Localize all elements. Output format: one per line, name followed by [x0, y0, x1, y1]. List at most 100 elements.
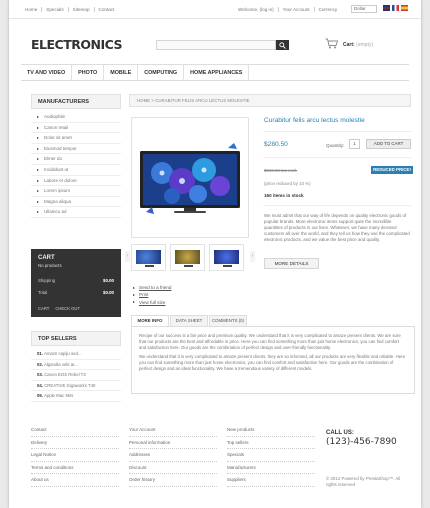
thumbnail-image: [136, 250, 161, 264]
top-seller-num: 01.: [37, 351, 43, 356]
footer-link[interactable]: Contact: [31, 424, 119, 437]
product-main-image[interactable]: [131, 117, 249, 238]
top-seller-item[interactable]: 04. CREATIVE Gigaworks T40: [31, 381, 121, 391]
checkout-link[interactable]: CHECK OUT: [55, 306, 80, 311]
cart-title: Cart:: [343, 42, 355, 48]
footer-link[interactable]: About us: [31, 474, 119, 487]
flag-fr-icon[interactable]: [392, 5, 399, 11]
thumbnail[interactable]: [170, 244, 205, 271]
top-seller-item[interactable]: 02. Algandia velit ar...: [31, 360, 121, 370]
thumbnail-stand: [145, 265, 154, 267]
footer-link[interactable]: Top sellers: [227, 437, 315, 449]
manufacturer-item[interactable]: Dolor sit amet: [31, 133, 121, 144]
more-details-button[interactable]: MORE DETAILS: [264, 258, 319, 269]
tab-data-sheet[interactable]: DATA SHEET: [170, 315, 208, 326]
header-cart[interactable]: Cart: (empty): [343, 42, 373, 48]
footer-link[interactable]: Discount: [129, 462, 217, 474]
shipping-value: $0.00: [103, 278, 114, 283]
cart-actions: CART CHECK OUT: [38, 306, 80, 311]
footer-col-info: Contact Delivery Legal Notice Terms and …: [31, 424, 119, 487]
search-icon: [279, 42, 286, 49]
welcome-login-link[interactable]: Welcome, (log in): [238, 7, 278, 12]
language-flags: [383, 5, 408, 11]
manufacturer-item[interactable]: Magna aliqua: [31, 197, 121, 208]
nav-mobile[interactable]: MOBILE: [104, 65, 139, 80]
footer-link[interactable]: Personal information: [129, 437, 217, 449]
thumbnail[interactable]: [209, 244, 244, 271]
reduction-note: (price reduced by 10 %): [264, 181, 311, 186]
nav-photo[interactable]: PHOTO: [72, 65, 105, 80]
footer-link[interactable]: Order history: [129, 474, 217, 487]
currency-label: Currency: [313, 7, 342, 12]
top-seller-item[interactable]: 05. Apple Mac Mini: [31, 391, 121, 402]
footer-link[interactable]: Suppliers: [227, 474, 315, 487]
thumbnail[interactable]: [131, 244, 166, 271]
nav-home-appliances[interactable]: HOME APPLIANCES: [184, 65, 250, 80]
main-nav: TV AND VIDEO PHOTO MOBILE COMPUTING HOME…: [21, 64, 409, 81]
flag-es-icon[interactable]: [401, 5, 408, 11]
print-link[interactable]: Print: [133, 291, 171, 298]
cart-link[interactable]: CART: [38, 306, 49, 311]
manufacturer-item[interactable]: Incididunt ut: [31, 165, 121, 176]
tab-paragraph: We understand that it is very complicate…: [139, 354, 405, 371]
product-description: We must admit that our way of life depen…: [264, 213, 410, 242]
footer-link[interactable]: Manufacturers: [227, 462, 315, 474]
product-thumbnails: [131, 244, 244, 271]
manufacturer-item[interactable]: Audiophile: [31, 112, 121, 123]
top-link-contact[interactable]: Contact: [93, 7, 119, 12]
top-seller-num: 03.: [37, 372, 43, 377]
view-full-size-link[interactable]: View full size: [133, 299, 171, 306]
manufacturer-item[interactable]: Canon retail: [31, 123, 121, 134]
phone-number: (123)-456-7890: [326, 437, 397, 447]
thumb-next-arrow-icon[interactable]: ›: [250, 251, 255, 262]
footer-link[interactable]: Terms and conditions: [31, 462, 119, 474]
currency-select[interactable]: Dollar: [351, 5, 377, 13]
top-link-sitemap[interactable]: Sitemap: [67, 7, 94, 12]
total-label: Total: [38, 290, 48, 295]
top-seller-item[interactable]: 01. Amaze capiju sed...: [31, 349, 121, 360]
logo[interactable]: ELECTRONICS: [31, 37, 123, 52]
footer-link[interactable]: Your Account: [129, 424, 217, 437]
nav-tv-video[interactable]: TV AND VIDEO: [21, 65, 73, 80]
footer-link[interactable]: Delivery: [31, 437, 119, 449]
flag-en-icon[interactable]: [383, 5, 390, 11]
manufacturer-item[interactable]: Elmer do: [31, 154, 121, 165]
product-title: Curabitur felis arcu lectus molestie: [264, 117, 365, 124]
manufacturer-item[interactable]: Ullamco ad: [31, 207, 121, 218]
footer-link[interactable]: Addresses: [129, 449, 217, 462]
footer-link[interactable]: Specials: [227, 449, 315, 462]
user-links: Welcome, (log in) Your Account Currency: [238, 7, 341, 12]
reduced-price-badge: REDUCED PRICE!: [371, 166, 413, 174]
add-to-cart-button[interactable]: ADD TO CART: [366, 139, 411, 149]
tab-comments[interactable]: COMMENTS (0): [209, 315, 247, 326]
nav-computing[interactable]: COMPUTING: [138, 65, 185, 80]
quantity-input[interactable]: 1: [349, 139, 360, 149]
search-button[interactable]: [276, 40, 289, 50]
footer-link[interactable]: Legal Notice: [31, 449, 119, 462]
top-link-specials[interactable]: Specials: [41, 7, 67, 12]
cart-total-row: Total $0.00: [38, 290, 114, 295]
cart-block: CART No products Shipping $0.00 Total $0…: [31, 249, 121, 317]
footer-link[interactable]: New products: [227, 424, 315, 437]
top-link-home[interactable]: Home: [25, 7, 41, 12]
thumb-prev-arrow-icon[interactable]: ‹: [125, 251, 130, 262]
top-seller-num: 04.: [37, 382, 43, 388]
tab-paragraph: Recipe of our success is a fair price an…: [139, 333, 401, 350]
tab-panel: Recipe of our success is a fair price an…: [131, 326, 415, 394]
manufacturer-item[interactable]: Labore et dolore: [31, 176, 121, 187]
send-to-friend-link[interactable]: Send to a friend: [133, 284, 171, 291]
search-input[interactable]: [156, 40, 276, 50]
page: Home Specials Sitemap Contact Welcome, (…: [9, 0, 421, 508]
stock-status: 160 items in stock: [264, 193, 304, 198]
breadcrumb[interactable]: HOME > CURABITUR FELIS ARCU LECTUS MOLES…: [129, 94, 411, 107]
manufacturer-item[interactable]: Lorem ipsum: [31, 186, 121, 197]
top-seller-item[interactable]: 03. Canon EOS Rebel T3: [31, 370, 121, 381]
top-seller-name: CREATIVE Gigaworks T40: [44, 382, 96, 388]
top-seller-name: Amaze capiju sed...: [43, 351, 82, 356]
top-seller-name: Apple Mac Mini: [43, 393, 74, 398]
product-price: $280.50: [264, 141, 288, 148]
divider: [263, 131, 411, 132]
your-account-link[interactable]: Your Account: [277, 7, 314, 12]
manufacturer-item[interactable]: Eiusmod tempor: [31, 144, 121, 155]
cart-icon[interactable]: [325, 38, 338, 49]
